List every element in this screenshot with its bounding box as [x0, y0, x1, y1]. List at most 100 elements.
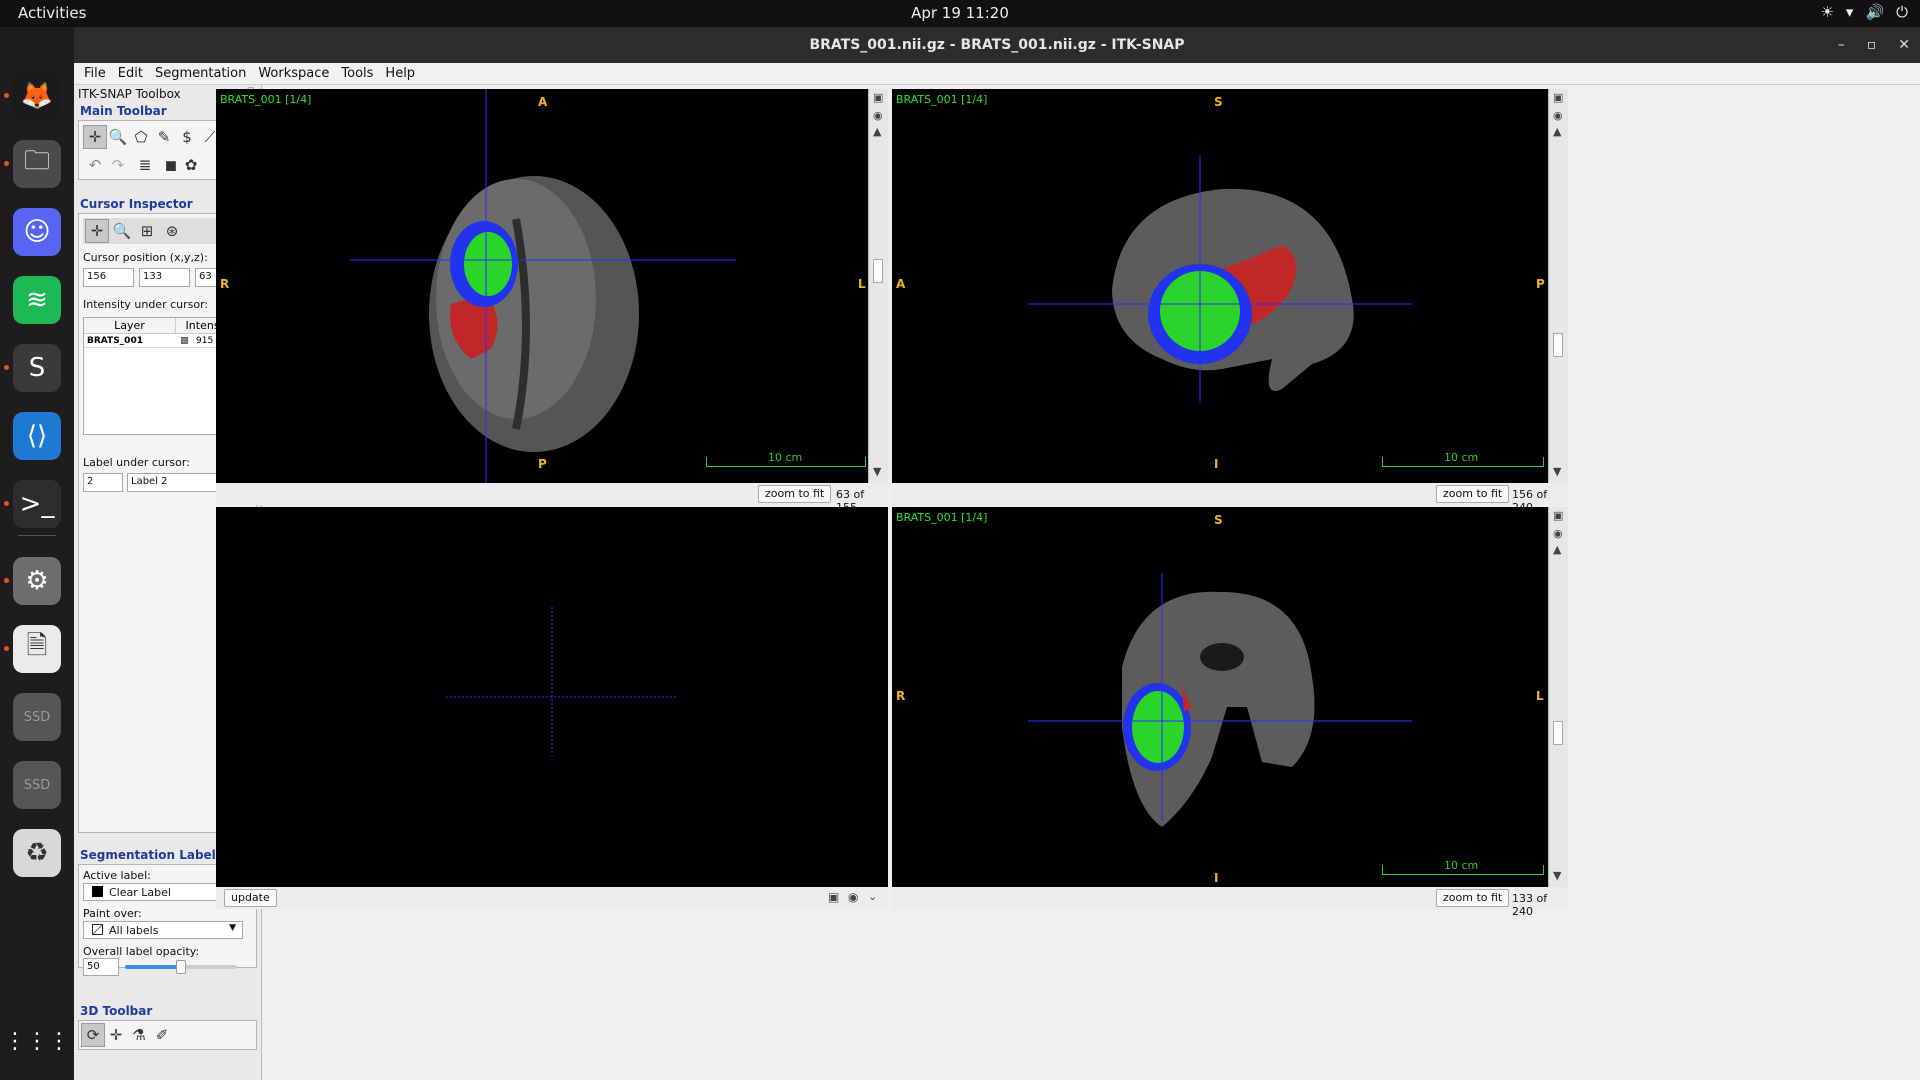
screenshot-icon[interactable]: ◉ — [1553, 109, 1563, 122]
label-id-field[interactable]: 2 — [83, 473, 123, 492]
zoom-to-fit-button[interactable]: zoom to fit — [758, 485, 832, 503]
trash-icon[interactable]: ♻ — [13, 829, 61, 877]
view-layout-icon[interactable]: ▣ — [1553, 509, 1563, 522]
3d-spray-button[interactable]: ⚗ — [127, 1023, 151, 1047]
brightness-icon[interactable]: ☀ — [1820, 3, 1833, 21]
menu-tools[interactable]: Tools — [335, 63, 379, 84]
opacity-slider-handle[interactable] — [176, 960, 186, 974]
slice-scrollbar-thumb[interactable] — [873, 259, 883, 283]
menu-file[interactable]: File — [78, 63, 112, 84]
view-layout-icon[interactable]: ▣ — [873, 91, 883, 104]
menu-help[interactable]: Help — [379, 63, 421, 84]
opacity-label: Overall label opacity: — [83, 945, 200, 958]
redo-icon[interactable]: ↷ — [106, 153, 130, 177]
coronal-viewport[interactable]: BRATS_001 [1/4] S I R L 10 cm — [892, 507, 1548, 887]
layer-label: BRATS_001 [1/4] — [896, 511, 988, 524]
layout-toggle-icon[interactable]: ▣ — [828, 890, 839, 904]
files-icon[interactable]: 🗀 — [13, 140, 61, 188]
layers-icon[interactable]: ≣ — [133, 153, 157, 177]
menu-edit[interactable]: Edit — [112, 63, 149, 84]
activities-button[interactable]: Activities — [18, 4, 86, 22]
inspector-grid-button[interactable]: ⊞ — [135, 219, 159, 243]
settings-icon[interactable]: ⚙ — [13, 557, 61, 605]
paintbrush-tool-button[interactable]: ✎ — [152, 125, 176, 149]
ssd-drive-2-icon[interactable]: SSD — [13, 761, 61, 809]
paint-over-combo[interactable]: All labels ▼ — [83, 921, 243, 939]
3d-render-area — [446, 607, 676, 757]
system-tray[interactable]: ☀ ▾ 🔊 ⏻ — [1820, 3, 1908, 21]
zoom-to-fit-button[interactable]: zoom to fit — [1436, 485, 1510, 503]
vscode-icon[interactable]: ⟨⟩ — [13, 412, 61, 460]
running-indicator — [4, 161, 9, 166]
update-button[interactable]: update — [224, 889, 277, 907]
document-viewer-icon[interactable]: 🗎 — [13, 625, 61, 673]
cursor-y-field[interactable]: 133 — [139, 268, 190, 287]
menu-segmentation[interactable]: Segmentation — [149, 63, 252, 84]
3d-viewport[interactable] — [216, 507, 888, 887]
necrotic-core-region — [464, 232, 512, 296]
screenshot-icon[interactable]: ◉ — [873, 109, 883, 122]
snake-tool-button[interactable]: $ — [175, 125, 199, 149]
zoom-to-fit-button[interactable]: zoom to fit — [1436, 889, 1510, 907]
inspector-mesh-button[interactable]: ⊛ — [160, 219, 184, 243]
orient-right: P — [1536, 277, 1545, 291]
inspector-crosshair-button[interactable]: ✛ — [85, 219, 109, 243]
maximize-button[interactable]: ▫ — [1867, 27, 1877, 63]
coronal-view-sidebar: ▣ ◉ ▲ ▼ — [1548, 507, 1568, 887]
table-row-layer[interactable]: BRATS_001 — [87, 336, 143, 346]
col-layer-header[interactable]: Layer — [84, 318, 176, 334]
scroll-up-icon[interactable]: ▲ — [1553, 543, 1561, 556]
power-icon[interactable]: ⏻ — [1896, 3, 1908, 21]
scroll-down-icon[interactable]: ▼ — [1553, 465, 1561, 478]
running-indicator — [4, 93, 9, 98]
cursor-x-field[interactable]: 156 — [83, 268, 134, 287]
3d-toolbar-panel: ⟳ ✛ ⚗ ✐ — [78, 1020, 257, 1050]
inspector-zoom-button[interactable]: 🔍 — [110, 219, 134, 243]
view-layout-icon[interactable]: ▣ — [1553, 91, 1563, 104]
opacity-field[interactable]: 50 — [83, 958, 119, 976]
zoom-tool-button[interactable]: 🔍 — [106, 125, 130, 149]
scroll-down-icon[interactable]: ▼ — [1553, 869, 1561, 882]
3d-crosshair-button[interactable]: ✛ — [104, 1023, 128, 1047]
3d-scalpel-button[interactable]: ✐ — [150, 1023, 174, 1047]
clock[interactable]: Apr 19 11:20 — [0, 4, 1920, 22]
sagittal-viewport[interactable]: BRATS_001 [1/4] S I A P 10 cm — [892, 89, 1548, 483]
show-applications-icon[interactable]: ⋮⋮⋮ — [4, 1017, 70, 1065]
orient-left: R — [896, 689, 906, 703]
polygon-tool-button[interactable]: ⬠ — [129, 125, 153, 149]
crosshair-tool-button[interactable]: ✛ — [83, 125, 107, 149]
orient-top: S — [1214, 513, 1223, 527]
scroll-up-icon[interactable]: ▲ — [1553, 125, 1561, 138]
slice-scrollbar-thumb[interactable] — [1553, 333, 1563, 357]
orient-bottom: I — [1214, 457, 1219, 471]
terminal-icon[interactable]: >_ — [13, 480, 61, 528]
firefox-icon[interactable]: 🦊 — [13, 72, 61, 120]
table-row-intensity: 915 — [196, 336, 214, 346]
spotify-icon[interactable]: ≋ — [13, 276, 61, 324]
chevron-down-icon[interactable]: ⌄ — [868, 890, 877, 903]
wifi-icon[interactable]: ▾ — [1846, 3, 1854, 21]
scale-bar — [1382, 457, 1544, 467]
paint-over-label: Paint over: — [83, 907, 142, 920]
undo-icon[interactable]: ↶ — [83, 153, 107, 177]
opacity-slider[interactable] — [125, 960, 237, 974]
slice-scrollbar-thumb[interactable] — [1553, 721, 1563, 745]
scroll-down-icon[interactable]: ▼ — [873, 465, 881, 478]
window-titlebar[interactable]: BRATS_001.nii.gz - BRATS_001.nii.gz - IT… — [74, 27, 1920, 63]
running-indicator — [4, 646, 9, 651]
scroll-up-icon[interactable]: ▲ — [873, 125, 881, 138]
close-button[interactable]: ✕ — [1898, 27, 1910, 63]
volume-icon[interactable]: 🔊 — [1865, 3, 1884, 21]
3d-rotate-button[interactable]: ⟳ — [81, 1023, 105, 1047]
axial-slice-image — [350, 89, 736, 483]
screenshot-icon[interactable]: ◉ — [1553, 527, 1563, 540]
menu-bar: File Edit Segmentation Workspace Tools H… — [74, 63, 1920, 85]
ssd-drive-icon[interactable]: SSD — [13, 693, 61, 741]
discord-icon[interactable]: ☺ — [13, 208, 61, 256]
color-palette-icon[interactable]: ✿ — [179, 153, 203, 177]
sublime-icon[interactable]: S — [13, 344, 61, 392]
axial-viewport[interactable]: BRATS_001 [1/4] A P R L 10 cm — [216, 89, 868, 483]
minimize-button[interactable]: – — [1838, 27, 1845, 63]
camera-icon[interactable]: ◉ — [848, 890, 858, 904]
menu-workspace[interactable]: Workspace — [252, 63, 335, 84]
